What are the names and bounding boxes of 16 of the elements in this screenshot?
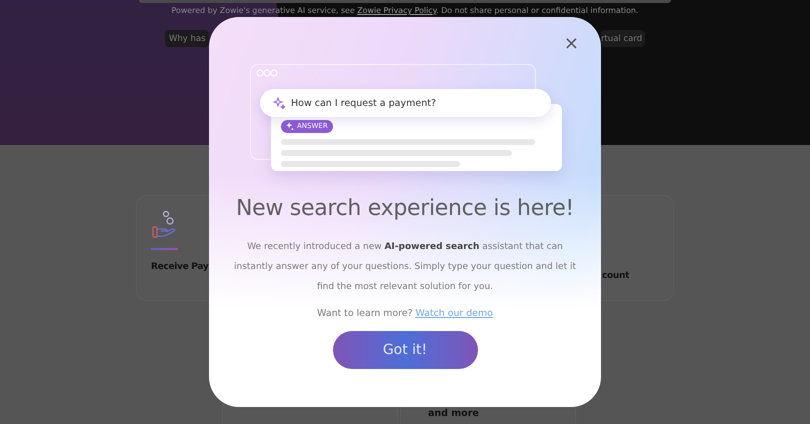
learn-more-text: Want to learn more? Watch our demo: [317, 308, 493, 319]
sparkle-icon: [273, 97, 285, 109]
sparkle-icon: [286, 122, 294, 130]
accent-line: [151, 248, 178, 250]
card-title: and more: [428, 408, 480, 420]
dialog-title: New search experience is here!: [236, 196, 574, 221]
suggestion-chip[interactable]: Why has: [165, 30, 209, 47]
card-title: count: [602, 271, 630, 281]
card-title: Receive Pay: [151, 262, 208, 272]
close-button[interactable]: ×: [562, 34, 581, 54]
window-dots-icon: [256, 69, 278, 77]
suggestion-chip[interactable]: rtual card: [601, 30, 645, 47]
dialog-description: We recently introduced a new AI-powered search assistant that can instantly answer any of your questions. Simply type your question and let it find the most relevant solution for you.: [233, 241, 577, 294]
question-text: How can I request a payment?: [291, 98, 436, 108]
demo-link[interactable]: Watch our demo: [416, 308, 493, 319]
got-it-button[interactable]: Got it!: [332, 331, 478, 369]
